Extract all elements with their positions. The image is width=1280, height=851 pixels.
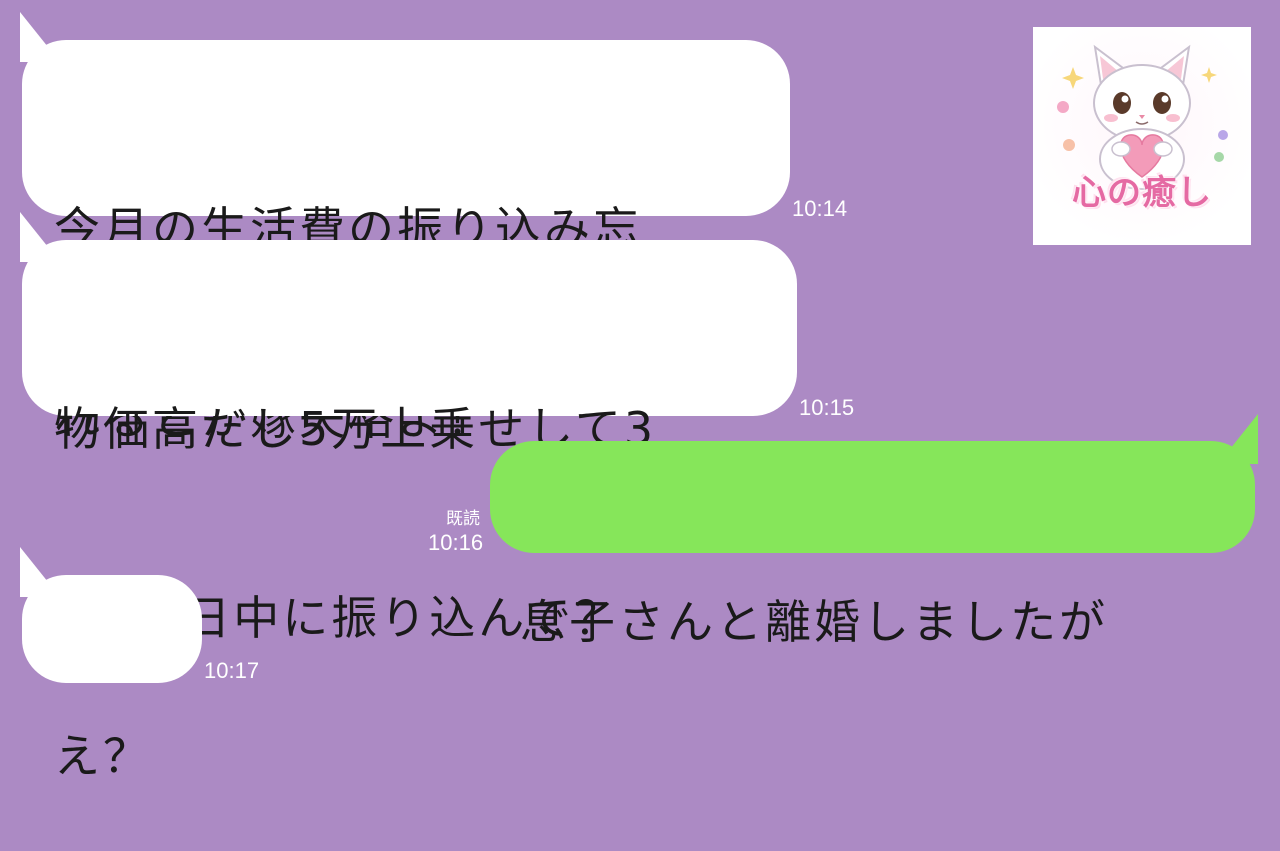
incoming-message-bubble[interactable]: 今月の生活費の振り込み忘 れるとか嫁失格よ！: [22, 40, 790, 445]
outgoing-message-bubble[interactable]: 息子さんと離婚しましたが: [490, 441, 1255, 649]
incoming-message-bubble[interactable]: 物価高だし5万上乗せして3 5万今日中に振り込んで？: [22, 240, 797, 645]
message-text-line: 息子さんと離婚しましたが: [520, 595, 1108, 649]
message-timestamp: 10:14: [792, 196, 848, 221]
message-text-line: え？: [54, 729, 152, 783]
sticker-caption: 心の癒し: [1072, 173, 1212, 213]
message-timestamp: 10:17: [204, 658, 260, 683]
incoming-message-bubble[interactable]: え？: [22, 575, 202, 783]
read-receipt-label: 既読: [446, 509, 480, 528]
message-timestamp: 10:15: [799, 395, 855, 420]
message-timestamp: 10:16: [428, 530, 484, 555]
channel-sticker[interactable]: 心の癒し: [1033, 27, 1251, 245]
